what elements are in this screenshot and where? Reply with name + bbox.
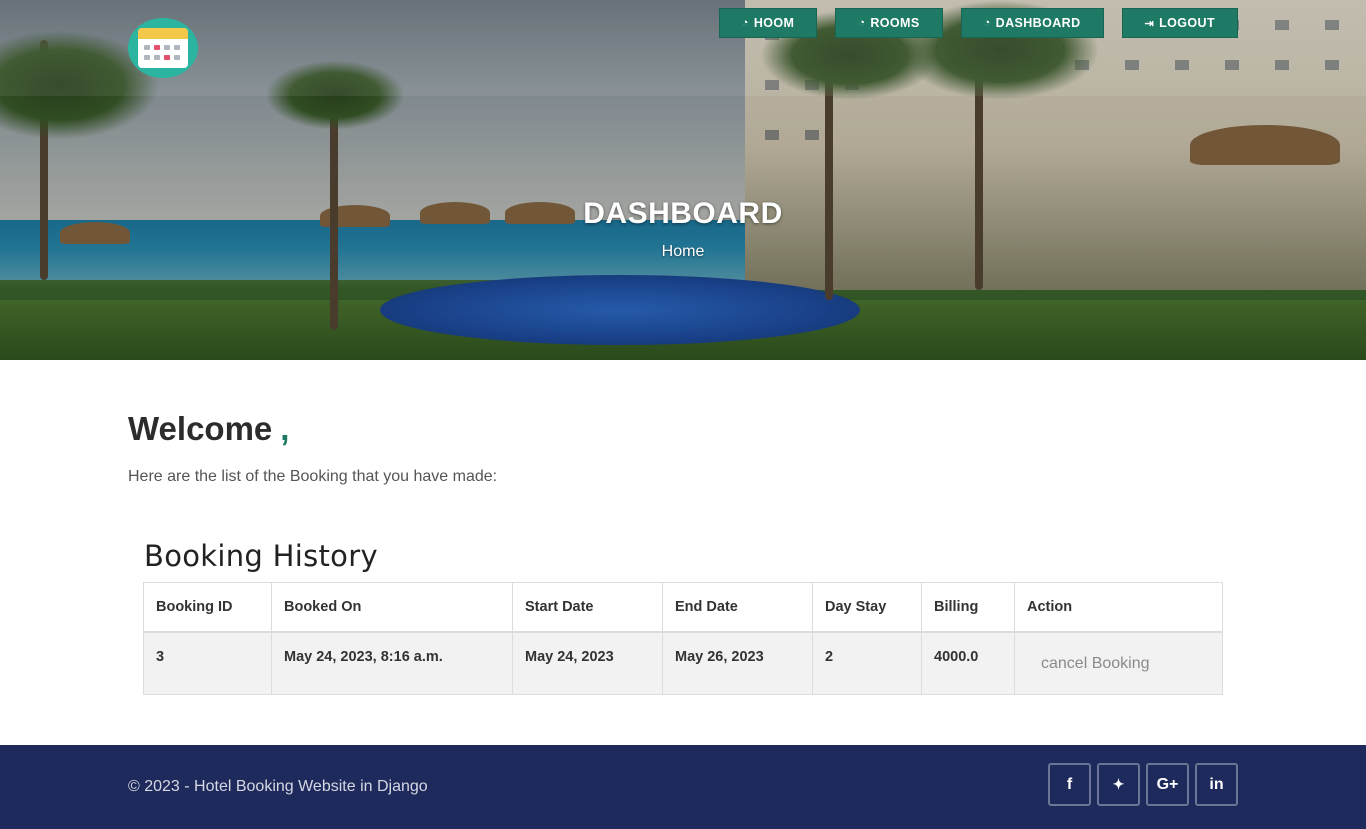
welcome-heading: Welcome, [128, 410, 290, 447]
header-booked-on: Booked On [271, 582, 513, 633]
header-billing: Billing [921, 582, 1015, 633]
breadcrumb-home[interactable]: Home [0, 243, 1366, 261]
logout-icon: ⇥ [1144, 17, 1155, 30]
linkedin-icon[interactable]: in [1195, 763, 1238, 806]
header-end-date: End Date [662, 582, 813, 633]
cell-booking-id: 3 [143, 631, 272, 695]
header-start-date: Start Date [512, 582, 663, 633]
top-nav: ◔ HOOM ◔ ROOMS ◔ DASHBOARD ⇥ LOGOUT [718, 8, 1238, 38]
cell-booked-on: May 24, 2023, 8:16 a.m. [271, 631, 513, 695]
cell-action: cancel Booking [1014, 631, 1223, 695]
intro-text: Here are the list of the Booking that yo… [128, 468, 498, 485]
cell-billing: 4000.0 [921, 631, 1015, 695]
header-action: Action [1014, 582, 1223, 633]
table-row: 3 May 24, 2023, 8:16 a.m. May 24, 2023 M… [143, 631, 1223, 695]
booking-history-table: Booking ID Booked On Start Date End Date… [143, 582, 1223, 695]
dashboard-icon: ◔ [858, 17, 866, 29]
google-plus-icon[interactable]: G+ [1146, 763, 1189, 806]
dashboard-icon: ◔ [983, 17, 991, 29]
nav-logout-button[interactable]: ⇥ LOGOUT [1121, 8, 1238, 38]
site-footer: © 2023 - Hotel Booking Website in Django… [0, 745, 1366, 829]
header-day-stay: Day Stay [812, 582, 922, 633]
cell-start-date: May 24, 2023 [512, 631, 663, 695]
nav-rooms-button[interactable]: ◔ ROOMS [835, 8, 943, 38]
booking-history-title: Booking History [144, 539, 378, 573]
facebook-icon[interactable]: f [1048, 763, 1091, 806]
calendar-icon [138, 28, 188, 68]
header-booking-id: Booking ID [143, 582, 272, 633]
page-title: DASHBOARD [583, 197, 783, 230]
nav-dashboard-button[interactable]: ◔ DASHBOARD [960, 8, 1104, 38]
hero-banner: ◔ HOOM ◔ ROOMS ◔ DASHBOARD ⇥ LOGOUT DASH… [0, 0, 1366, 360]
footer-copyright: © 2023 - Hotel Booking Website in Django [128, 778, 428, 795]
cancel-booking-link[interactable]: cancel Booking [1027, 655, 1150, 672]
dashboard-icon: ◔ [741, 17, 749, 29]
social-links: f ✦ G+ in [1048, 763, 1238, 806]
nav-home-button[interactable]: ◔ HOOM [718, 8, 818, 38]
twitter-icon[interactable]: ✦ [1097, 763, 1140, 806]
table-header-row: Booking ID Booked On Start Date End Date… [143, 582, 1223, 633]
cell-end-date: May 26, 2023 [662, 631, 813, 695]
site-logo[interactable] [128, 18, 198, 78]
cell-day-stay: 2 [812, 631, 922, 695]
